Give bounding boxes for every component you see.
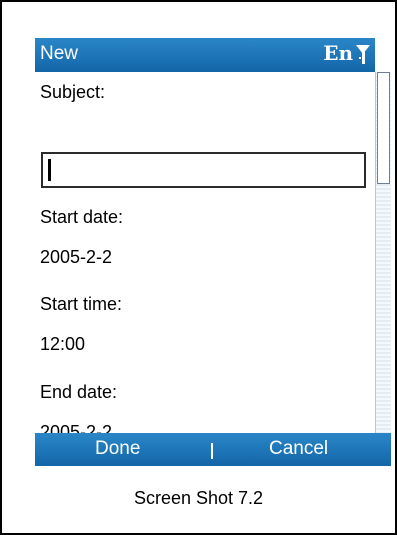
cancel-softkey[interactable]: Cancel: [269, 438, 328, 460]
start-date-value[interactable]: 2005-2-2: [40, 247, 112, 268]
title-bar: New En: [35, 38, 375, 72]
softkey-divider: [211, 443, 213, 459]
form-content: Subject: Start date: 2005-2-2 Start time…: [35, 72, 373, 442]
figure-caption: Screen Shot 7.2: [133, 488, 264, 508]
start-time-value[interactable]: 12:00: [40, 334, 85, 355]
end-date-label: End date:: [40, 382, 118, 402]
input-mode-indicator[interactable]: En: [323, 41, 353, 65]
subject-input[interactable]: [41, 152, 366, 188]
softkey-bar: Done Cancel: [35, 433, 391, 466]
start-time-label: Start time:: [40, 294, 123, 314]
signal-antenna-icon: [356, 45, 370, 64]
subject-label: Subject:: [40, 82, 106, 102]
done-softkey[interactable]: Done: [95, 438, 140, 460]
window-title: New: [40, 43, 79, 64]
phone-screen: New En Subject: Start date: 2005-2-2 Sta…: [35, 38, 391, 467]
scrollbar-thumb[interactable]: [377, 72, 390, 184]
vertical-scrollbar[interactable]: [375, 72, 391, 433]
start-date-label: Start date:: [40, 207, 124, 227]
text-caret: [48, 159, 51, 181]
